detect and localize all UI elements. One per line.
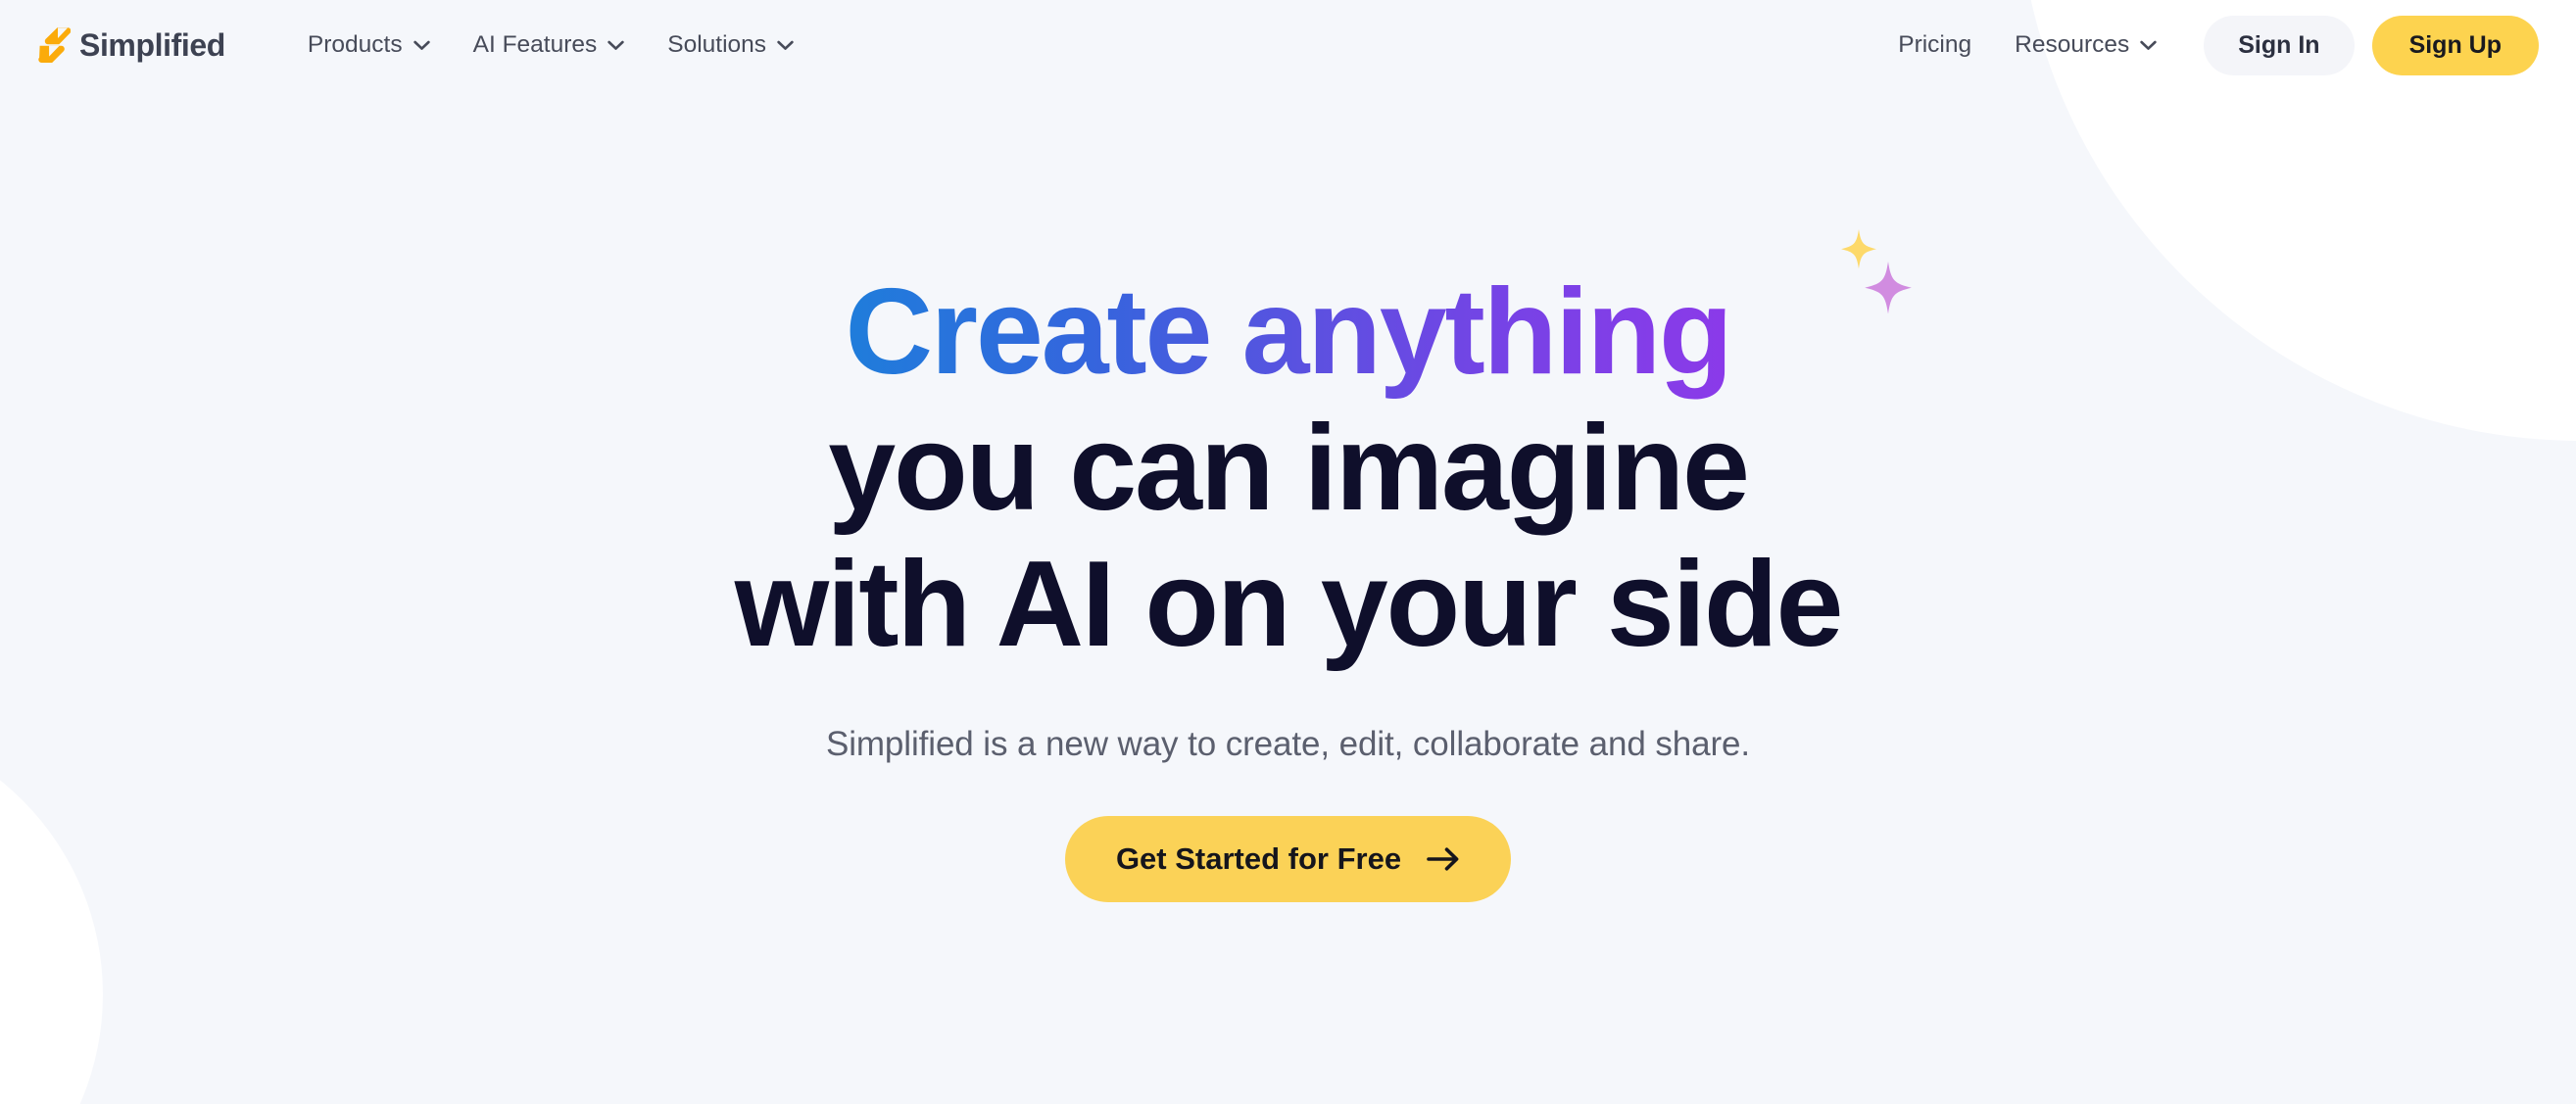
sparkles-decoration: [1841, 229, 1913, 314]
sparkle-purple-icon: [1865, 262, 1913, 314]
chevron-down-icon: [777, 40, 794, 50]
nav-item-label: Resources: [2015, 31, 2130, 58]
hero-headline-gradient-text: Create anything: [845, 264, 1732, 400]
simplified-bolt-logo-icon: [38, 27, 71, 63]
chevron-down-icon: [608, 40, 624, 50]
nav-item-products[interactable]: Products: [286, 22, 452, 69]
nav-item-solutions[interactable]: Solutions: [646, 22, 815, 69]
hero-section: Create anything you can imagine with AI …: [0, 0, 2576, 1104]
nav-item-label: AI Features: [472, 31, 598, 58]
nav-item-pricing[interactable]: Pricing: [1876, 22, 1993, 69]
hero-headline: Create anything you can imagine with AI …: [734, 229, 1913, 673]
nav-item-ai-features[interactable]: AI Features: [452, 22, 647, 69]
nav-item-label: Pricing: [1898, 31, 1972, 58]
hero-headline-line-3: with AI on your side: [734, 536, 1844, 672]
nav-item-resources[interactable]: Resources: [1993, 22, 2178, 69]
hero-subtitle: Simplified is a new way to create, edit,…: [825, 724, 1751, 763]
hero-headline-line-1: Create anything: [735, 229, 1913, 401]
sparkle-yellow-icon: [1841, 229, 1877, 269]
nav-item-label: Solutions: [667, 31, 767, 58]
chevron-down-icon: [413, 40, 430, 50]
sign-in-button[interactable]: Sign In: [2204, 15, 2355, 75]
nav-item-label: Products: [307, 31, 403, 58]
brand-name: Simplified: [79, 26, 225, 63]
hero-headline-line-2: you can imagine: [828, 400, 1750, 536]
get-started-button[interactable]: Get Started for Free: [1064, 815, 1512, 902]
get-started-button-label: Get Started for Free: [1115, 840, 1402, 876]
brand-logo-link[interactable]: Simplified: [37, 26, 225, 64]
chevron-down-icon: [2140, 40, 2157, 50]
site-header: Simplified Products AI Features Solution…: [0, 0, 2576, 90]
primary-nav: Products AI Features Solutions: [286, 22, 815, 69]
secondary-nav: Pricing Resources Sign In Sign Up: [1876, 15, 2539, 75]
arrow-right-icon: [1427, 847, 1459, 871]
sign-up-button[interactable]: Sign Up: [2371, 15, 2539, 75]
